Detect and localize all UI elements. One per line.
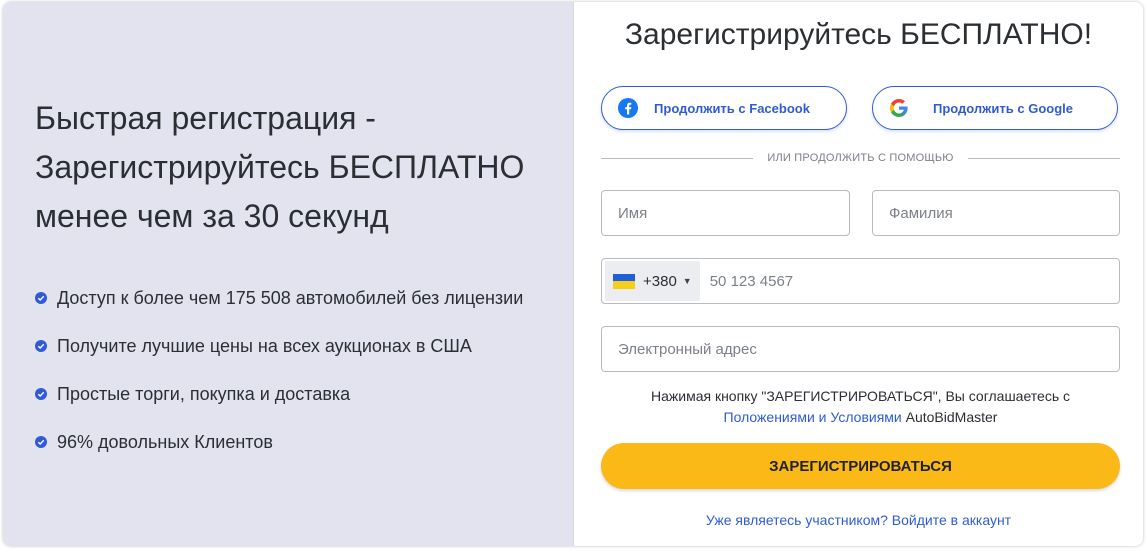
terms-suffix: AutoBidMaster — [905, 409, 998, 425]
form-title: Зарегистрируйтесь БЕСПЛАТНО! — [624, 18, 1093, 51]
check-icon — [35, 436, 47, 448]
caret-down-icon: ▼ — [682, 276, 692, 286]
phone-field: +380 ▼ — [601, 258, 1120, 304]
divider: ИЛИ ПРОДОЛЖИТЬ С ПОМОЩЬЮ — [601, 152, 1120, 164]
feature-item: 96% довольных Клиентов — [35, 418, 523, 466]
facebook-button-label: Продолжить с Facebook — [654, 100, 810, 116]
facebook-login-button[interactable]: Продолжить с Facebook — [601, 86, 847, 130]
phone-input[interactable] — [699, 261, 1119, 301]
check-icon — [35, 388, 47, 400]
signup-form: Зарегистрируйтесь БЕСПЛАТНО! Продолжить … — [574, 2, 1143, 546]
registration-card: Быстрая регистрация - Зарегистрируйтесь … — [3, 2, 1143, 546]
check-icon — [35, 340, 47, 352]
promo-headline: Быстрая регистрация - Зарегистрируйтесь … — [35, 100, 525, 234]
promo-panel: Быстрая регистрация - Зарегистрируйтесь … — [3, 2, 574, 546]
feature-list: Доступ к более чем 175 508 автомобилей б… — [35, 274, 523, 466]
feature-text: Доступ к более чем 175 508 автомобилей б… — [57, 287, 524, 308]
country-code: +380 — [643, 272, 677, 290]
divider-text: ИЛИ ПРОДОЛЖИТЬ С ПОМОЩЬЮ — [767, 152, 954, 164]
login-link[interactable]: Уже являетесь участником? Войдите в акка… — [574, 512, 1143, 528]
last-name-field[interactable] — [872, 190, 1120, 236]
feature-text: 96% довольных Клиентов — [57, 431, 273, 452]
feature-item: Простые торги, покупка и доставка — [35, 370, 523, 418]
feature-text: Получите лучшие цены на всех аукционах в… — [57, 335, 472, 356]
terms-link[interactable]: Положениями и Условиями — [724, 409, 902, 425]
google-button-label: Продолжить с Google — [933, 100, 1073, 116]
google-icon — [889, 98, 909, 118]
flag-ukraine-icon — [613, 273, 635, 289]
google-login-button[interactable]: Продолжить с Google — [872, 86, 1118, 130]
terms-notice: Нажимая кнопку "ЗАРЕГИСТРИРОВАТЬСЯ", Вы … — [601, 386, 1120, 428]
country-code-select[interactable]: +380 ▼ — [605, 261, 700, 301]
feature-item: Доступ к более чем 175 508 автомобилей б… — [35, 274, 523, 322]
terms-prefix: Нажимая кнопку "ЗАРЕГИСТРИРОВАТЬСЯ", Вы … — [650, 388, 1071, 404]
facebook-icon — [618, 98, 638, 118]
email-field[interactable] — [601, 326, 1120, 372]
check-icon — [35, 292, 47, 304]
feature-text: Простые торги, покупка и доставка — [57, 383, 351, 404]
register-button[interactable]: ЗАРЕГИСТРИРОВАТЬСЯ — [601, 443, 1120, 489]
first-name-field[interactable] — [601, 190, 850, 236]
feature-item: Получите лучшие цены на всех аукционах в… — [35, 322, 523, 370]
